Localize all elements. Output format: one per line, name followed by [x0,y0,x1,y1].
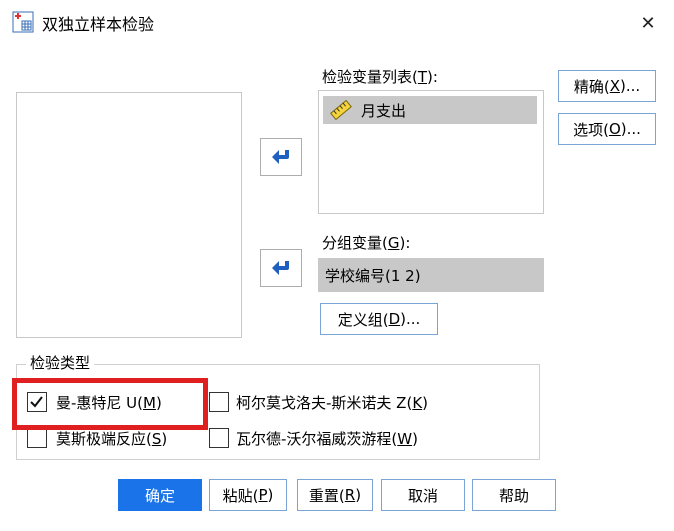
exact-button[interactable]: 精确(X)... [558,70,656,102]
window-title: 双独立样本检验 [42,15,155,34]
independent-samples-dialog: 双独立样本检验 ✕ 检验变量列表(T): 月支出 分组变量(G): 学校编号(1… [0,0,674,531]
moses-checkbox[interactable] [27,428,47,448]
close-icon: ✕ [640,12,656,34]
options-button[interactable]: 选项(O)... [558,113,656,145]
list-item[interactable]: 月支出 [323,96,537,124]
wald-wolfowitz-label: 瓦尔德-沃尔福威茨游程(W) [236,430,418,448]
move-to-test-list-button[interactable] [260,138,302,176]
cancel-button[interactable]: 取消 [381,479,465,511]
kolmogorov-smirnov-checkbox[interactable] [209,392,229,412]
spss-app-icon [12,11,34,33]
test-variable-list[interactable]: 月支出 [318,90,544,214]
source-variable-list[interactable] [16,92,242,338]
title-bar: 双独立样本检验 ✕ [0,0,674,46]
kolmogorov-smirnov-label: 柯尔莫戈洛夫-斯米诺夫 Z(K) [236,394,429,412]
grouping-variable-value: 学校编号(1 2) [325,267,421,285]
paste-button[interactable]: 粘贴(P) [209,479,287,511]
grouping-variable-field[interactable]: 学校编号(1 2) [318,258,544,292]
help-button[interactable]: 帮助 [472,479,556,511]
highlight-annotation [12,378,208,430]
ok-button[interactable]: 确定 [118,479,202,511]
reset-button[interactable]: 重置(R) [297,479,373,511]
variable-name: 月支出 [361,101,407,120]
test-variable-list-label: 检验变量列表(T): [322,68,438,86]
moses-label: 莫斯极端反应(S) [56,430,168,448]
move-to-grouping-button[interactable] [260,249,302,287]
close-button[interactable]: ✕ [628,8,668,38]
test-type-title: 检验类型 [26,352,95,373]
wald-wolfowitz-checkbox[interactable] [209,428,229,448]
ruler-icon [330,100,352,120]
arrow-right-icon [272,150,289,164]
grouping-variable-label: 分组变量(G): [322,234,411,252]
arrow-right-icon [272,261,289,275]
define-groups-button[interactable]: 定义组(D)... [320,303,438,335]
